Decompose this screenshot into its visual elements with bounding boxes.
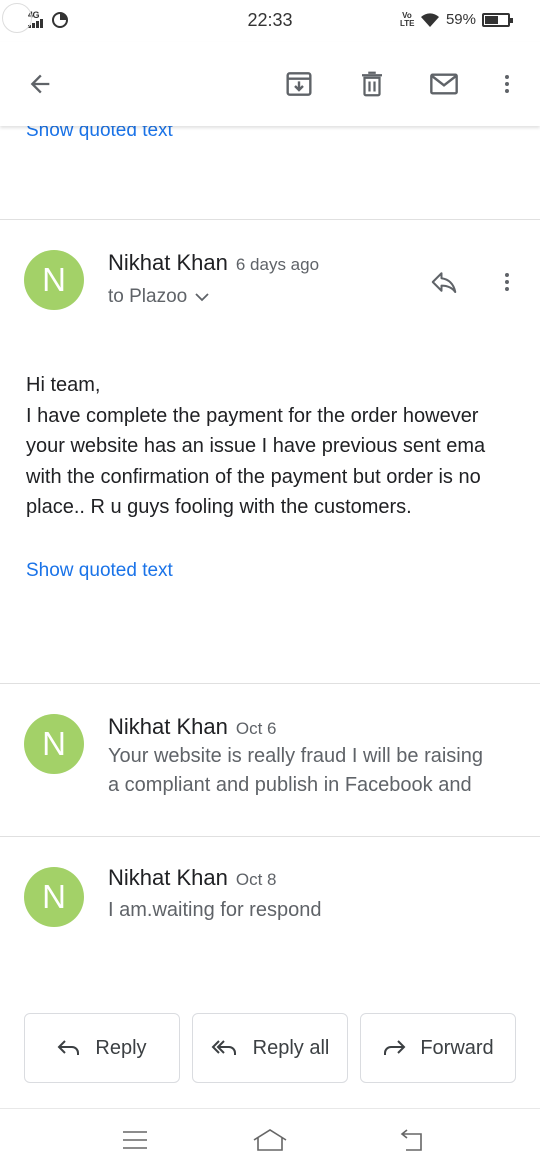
- sender-name: Nikhat Khan: [108, 250, 228, 275]
- thread-item[interactable]: N Nikhat Khan Oct 8 I am.waiting for res…: [0, 837, 540, 987]
- reply-icon: [58, 1040, 80, 1055]
- mark-unread-button[interactable]: [422, 62, 466, 106]
- menu-icon: [123, 1131, 147, 1149]
- back-nav-button[interactable]: [392, 1123, 432, 1157]
- wifi-icon: [420, 12, 439, 27]
- sender-line: Nikhat Khan Oct 6: [108, 714, 276, 740]
- recipient-label: to Plazoo: [108, 286, 188, 307]
- forward-button[interactable]: Forward: [360, 1013, 516, 1083]
- sender-name: Nikhat Khan: [108, 714, 228, 739]
- trash-icon: [362, 71, 382, 97]
- home-nav-button[interactable]: [250, 1123, 290, 1157]
- status-bar: 4G 22:33 Vo LTE 59%: [0, 0, 540, 42]
- message-body: Hi team, I have complete the payment for…: [26, 370, 540, 523]
- volte-icon: Vo LTE: [399, 10, 415, 28]
- avatar: N: [24, 250, 84, 310]
- thread-item[interactable]: N Nikhat Khan Oct 6 Your website is real…: [0, 684, 540, 835]
- battery-icon: [482, 12, 513, 27]
- reply-icon: [431, 272, 457, 293]
- message-snippet: Your website is really fraud I will be r…: [108, 742, 483, 800]
- reply-label: Reply: [95, 1036, 147, 1059]
- body-line: Hi team,: [26, 374, 101, 396]
- reply-icon-button[interactable]: [422, 260, 466, 304]
- message-more-button[interactable]: [485, 260, 529, 304]
- message-date: 6 days ago: [235, 255, 320, 274]
- message-date: Oct 8: [235, 870, 277, 889]
- toolbar: [0, 42, 540, 126]
- message-snippet: I am.waiting for respond: [108, 896, 321, 925]
- divider: [0, 219, 540, 220]
- message-date: Oct 6: [235, 719, 277, 738]
- body-line: I have complete the payment for the orde…: [26, 404, 479, 427]
- archive-icon: [286, 72, 312, 96]
- chevron-down-icon: [195, 293, 209, 302]
- sender-name: Nikhat Khan: [108, 865, 228, 890]
- recipient-details[interactable]: to Plazoo: [108, 286, 209, 308]
- forward-label: Forward: [420, 1036, 494, 1059]
- delete-button[interactable]: [350, 62, 394, 106]
- avatar: N: [24, 867, 84, 927]
- body-line: your website has an issue I have previou…: [26, 435, 486, 457]
- back-button[interactable]: [18, 62, 62, 106]
- show-quoted-text-link[interactable]: Show quoted text: [26, 560, 173, 582]
- forward-icon: [384, 1040, 406, 1055]
- back-arrow-icon: [30, 74, 50, 94]
- more-options-button[interactable]: [485, 62, 529, 106]
- reply-all-icon: [211, 1040, 236, 1055]
- snippet-line: I am.waiting for respond: [108, 899, 322, 921]
- system-nav-bar: [0, 1108, 540, 1170]
- reply-button[interactable]: Reply: [24, 1013, 180, 1083]
- back-nav-icon: [400, 1129, 422, 1151]
- reply-all-button[interactable]: Reply all: [192, 1013, 348, 1083]
- snippet-line: a compliant and publish in Facebook and: [108, 774, 472, 796]
- more-vert-icon: [505, 273, 509, 291]
- reply-all-label: Reply all: [252, 1036, 330, 1059]
- body-line: with the confirmation of the payment but…: [26, 465, 481, 488]
- body-line: place.. R u guys fooling with the custom…: [26, 496, 412, 518]
- avatar: N: [24, 714, 84, 774]
- menu-nav-button[interactable]: [115, 1123, 155, 1157]
- snippet-line: Your website is really fraud I will be r…: [108, 745, 483, 767]
- more-vert-icon: [505, 75, 509, 93]
- sender-line: Nikhat Khan Oct 8: [108, 865, 276, 891]
- battery-fill: [485, 15, 498, 24]
- battery-percent: 59%: [445, 11, 476, 28]
- sender-line: Nikhat Khan 6 days ago: [108, 250, 319, 276]
- status-right: Vo LTE 59%: [399, 10, 513, 28]
- mail-icon: [430, 73, 458, 95]
- home-icon: [253, 1129, 287, 1151]
- archive-button[interactable]: [277, 62, 321, 106]
